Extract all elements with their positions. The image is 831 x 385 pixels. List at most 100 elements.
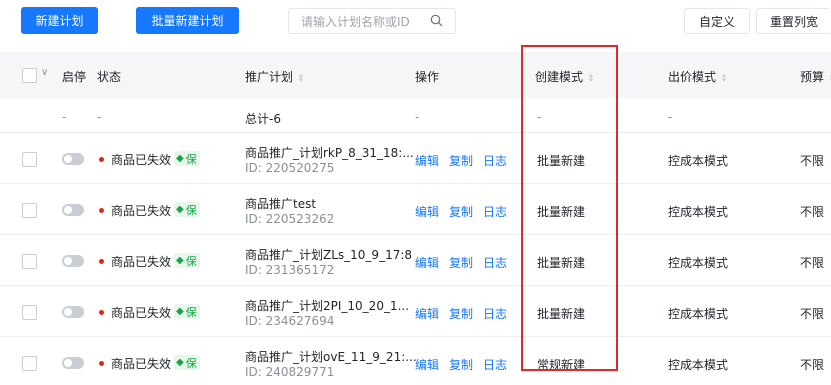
divider bbox=[0, 336, 831, 337]
status-toggle[interactable] bbox=[62, 204, 84, 216]
guarantee-label: 保 bbox=[185, 254, 197, 268]
column-plan-label: 推广计划 bbox=[245, 70, 294, 84]
divider bbox=[0, 234, 831, 235]
status-dot bbox=[99, 310, 104, 315]
row-checkbox[interactable] bbox=[22, 305, 37, 320]
bid-mode: 控成本模式 bbox=[668, 307, 729, 321]
shield-icon: ◆ bbox=[176, 204, 184, 215]
divider bbox=[0, 132, 831, 133]
sort-icon[interactable]: ⇕ bbox=[297, 74, 305, 84]
shield-icon: ◆ bbox=[176, 357, 184, 368]
copy-link[interactable]: 复制 bbox=[449, 203, 473, 220]
row-checkbox[interactable] bbox=[22, 203, 37, 218]
log-link[interactable]: 日志 bbox=[483, 356, 507, 373]
guarantee-label: 保 bbox=[185, 305, 197, 319]
chevron-down-icon[interactable]: ∨ bbox=[41, 67, 48, 78]
batch-new-plan-button[interactable]: 批量新建计划 bbox=[136, 7, 239, 34]
bid-mode: 控成本模式 bbox=[668, 358, 729, 372]
guarantee-badge: ◆ 保 bbox=[174, 253, 200, 268]
search-input[interactable]: 请输入计划名称或ID bbox=[301, 13, 410, 30]
log-link[interactable]: 日志 bbox=[483, 305, 507, 322]
bid-mode: 控成本模式 bbox=[668, 154, 729, 168]
new-plan-button[interactable]: 新建计划 bbox=[21, 7, 98, 34]
summary-cell: - bbox=[97, 110, 102, 124]
column-budget-label: 预算 bbox=[800, 70, 825, 84]
column-budget[interactable]: 预算⇕ bbox=[800, 68, 831, 85]
plan-id: ID: 220523262 bbox=[245, 212, 335, 226]
plan-name[interactable]: 商品推广test bbox=[245, 195, 316, 212]
status-text: 商品已失效 bbox=[111, 357, 172, 371]
guarantee-label: 保 bbox=[185, 152, 197, 166]
plan-id: ID: 220520275 bbox=[245, 161, 335, 175]
edit-link[interactable]: 编辑 bbox=[415, 305, 439, 322]
status-dot bbox=[99, 157, 104, 162]
customize-button[interactable]: 自定义 bbox=[684, 8, 750, 34]
copy-link[interactable]: 复制 bbox=[449, 254, 473, 271]
status-dot bbox=[99, 259, 104, 264]
guarantee-label: 保 bbox=[185, 203, 197, 217]
plan-name[interactable]: 商品推广_计划2PI_10_20_1... bbox=[245, 297, 409, 314]
guarantee-badge: ◆ 保 bbox=[174, 355, 200, 370]
column-plan[interactable]: 推广计划 ⇕ bbox=[245, 68, 305, 85]
log-link[interactable]: 日志 bbox=[483, 203, 507, 220]
copy-link[interactable]: 复制 bbox=[449, 356, 473, 373]
status-text: 商品已失效 bbox=[111, 255, 172, 269]
edit-link[interactable]: 编辑 bbox=[415, 152, 439, 169]
divider bbox=[0, 183, 831, 184]
budget: 不限 bbox=[800, 307, 825, 321]
shield-icon: ◆ bbox=[176, 153, 184, 164]
column-bid-mode[interactable]: 出价模式 ⇕ bbox=[668, 68, 728, 85]
summary-total: 总计-6 bbox=[245, 112, 281, 126]
guarantee-badge: ◆ 保 bbox=[174, 202, 200, 217]
status-toggle[interactable] bbox=[62, 357, 84, 369]
copy-link[interactable]: 复制 bbox=[449, 152, 473, 169]
edit-link[interactable]: 编辑 bbox=[415, 254, 439, 271]
status-dot bbox=[99, 361, 104, 366]
status-text: 商品已失效 bbox=[111, 153, 172, 167]
summary-cell: - bbox=[668, 110, 673, 124]
sort-icon[interactable]: ⇕ bbox=[720, 74, 728, 84]
summary-cell: - bbox=[62, 110, 67, 124]
status-dot bbox=[99, 208, 104, 213]
budget: 不限 bbox=[800, 154, 825, 168]
reset-column-width-button[interactable]: 重置列宽 bbox=[756, 8, 831, 34]
plan-name[interactable]: 商品推广_计划rkP_8_31_18:... bbox=[245, 144, 414, 161]
status-toggle[interactable] bbox=[62, 153, 84, 165]
status-toggle[interactable] bbox=[62, 255, 84, 267]
row-checkbox[interactable] bbox=[22, 356, 37, 371]
select-all-checkbox[interactable] bbox=[22, 68, 37, 83]
search-icon[interactable] bbox=[430, 14, 443, 30]
budget: 不限 bbox=[800, 256, 825, 270]
shield-icon: ◆ bbox=[176, 306, 184, 317]
log-link[interactable]: 日志 bbox=[483, 254, 507, 271]
guarantee-label: 保 bbox=[185, 356, 197, 370]
copy-link[interactable]: 复制 bbox=[449, 305, 473, 322]
bid-mode: 控成本模式 bbox=[668, 205, 729, 219]
column-start-stop: 启停 bbox=[62, 70, 87, 84]
plan-id: ID: 234627694 bbox=[245, 314, 335, 328]
plan-name[interactable]: 商品推广_计划ovE_11_9_21:... bbox=[245, 348, 417, 365]
column-bid-mode-label: 出价模式 bbox=[668, 70, 717, 84]
edit-link[interactable]: 编辑 bbox=[415, 356, 439, 373]
guarantee-badge: ◆ 保 bbox=[174, 304, 200, 319]
divider bbox=[0, 285, 831, 286]
log-link[interactable]: 日志 bbox=[483, 152, 507, 169]
row-checkbox[interactable] bbox=[22, 254, 37, 269]
column-action: 操作 bbox=[415, 70, 440, 84]
status-toggle[interactable] bbox=[62, 306, 84, 318]
budget: 不限 bbox=[800, 205, 825, 219]
plan-name[interactable]: 商品推广_计划ZLs_10_9_17:8 bbox=[245, 246, 412, 263]
plan-id: ID: 240829771 bbox=[245, 365, 335, 379]
edit-link[interactable]: 编辑 bbox=[415, 203, 439, 220]
column-status: 状态 bbox=[97, 70, 122, 84]
summary-cell: - bbox=[415, 110, 420, 124]
status-text: 商品已失效 bbox=[111, 306, 172, 320]
budget: 不限 bbox=[800, 358, 825, 372]
search-box[interactable]: 请输入计划名称或ID bbox=[288, 8, 456, 34]
row-checkbox[interactable] bbox=[22, 152, 37, 167]
shield-icon: ◆ bbox=[176, 255, 184, 266]
highlight-box bbox=[521, 45, 618, 371]
bid-mode: 控成本模式 bbox=[668, 256, 729, 270]
guarantee-badge: ◆ 保 bbox=[174, 151, 200, 166]
plan-id: ID: 231365172 bbox=[245, 263, 335, 277]
